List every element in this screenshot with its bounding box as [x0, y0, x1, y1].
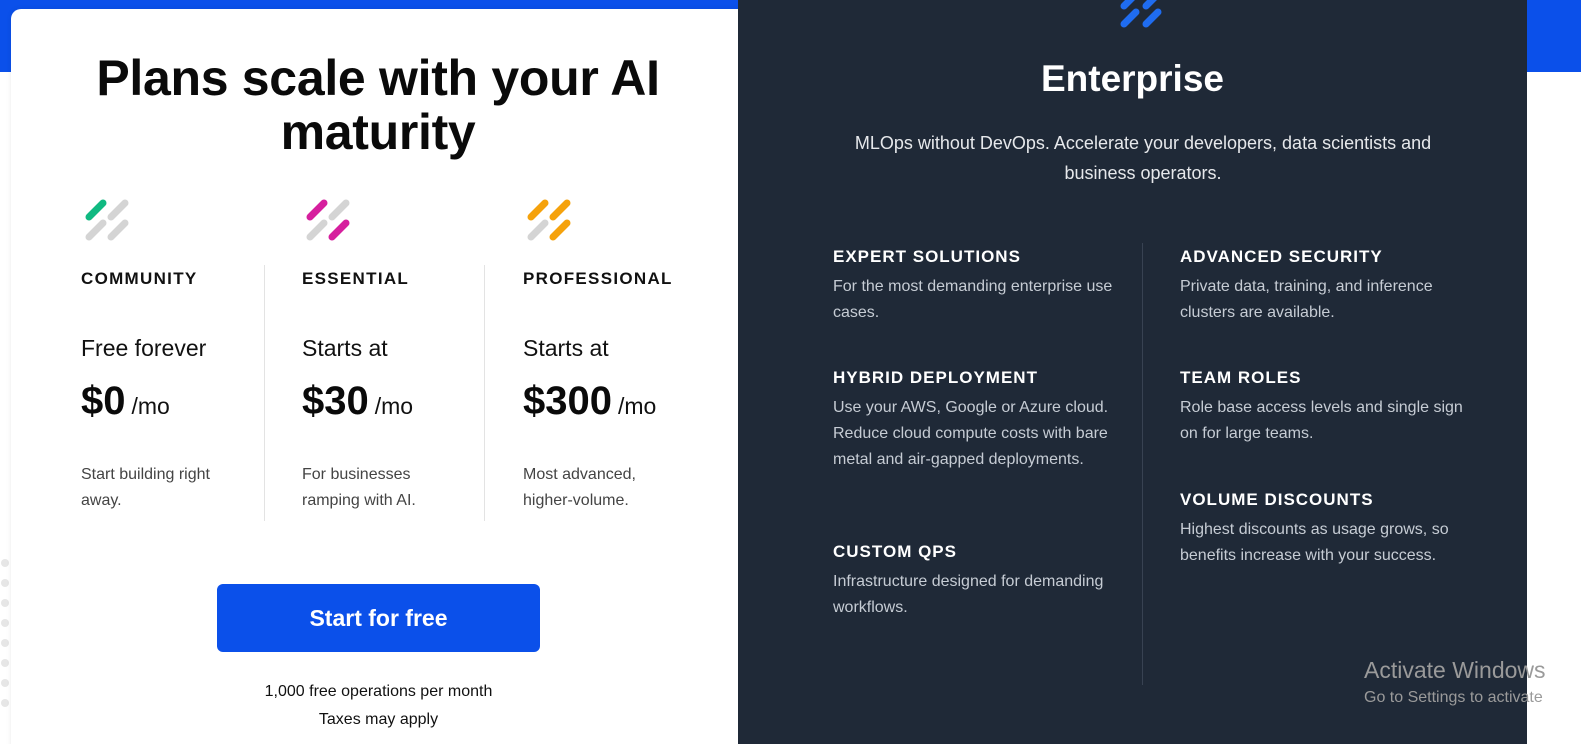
professional-logo-icon	[527, 199, 571, 241]
enterprise-panel: Enterprise MLOps without DevOps. Acceler…	[738, 0, 1527, 744]
community-logo-icon	[85, 199, 129, 241]
tier-name: COMMUNITY	[81, 269, 198, 288]
activate-windows-watermark: Activate Windows Go to Settings to activ…	[1364, 655, 1581, 711]
watermark-title: Activate Windows	[1364, 657, 1546, 683]
feature-custom-qps: CUSTOM QPS Infrastructure designed for d…	[833, 542, 1133, 621]
tier-price: $30/mo	[302, 379, 413, 424]
watermark-subtitle: Go to Settings to activate	[1364, 689, 1543, 706]
price-unit: /mo	[374, 393, 414, 419]
feature-title: TEAM ROLES	[1180, 368, 1302, 387]
tier-community: COMMUNITY Free forever $0/mo Start build…	[81, 195, 281, 509]
tier-price: $300/mo	[523, 379, 656, 424]
tier-description: Most advanced, higher-volume.	[523, 466, 636, 509]
feature-description: Role base access levels and single sign …	[1180, 399, 1463, 442]
feature-title: HYBRID DEPLOYMENT	[833, 368, 1038, 387]
pricing-card: Plans scale with your AI maturity COMMUN…	[11, 9, 751, 744]
feature-description: Use your AWS, Google or Azure cloud. Red…	[833, 399, 1109, 468]
taxes-note: Taxes may apply	[318, 711, 439, 728]
page-right-margin	[1527, 72, 1581, 744]
tier-subtitle: Starts at	[302, 335, 388, 361]
tier-subtitle: Free forever	[81, 335, 207, 361]
essential-logo-icon	[306, 199, 350, 241]
tier-essential: ESSENTIAL Starts at $30/mo For businesse…	[302, 195, 502, 509]
free-operations-note: 1,000 free operations per month	[264, 683, 493, 700]
feature-team-roles: TEAM ROLES Role base access levels and s…	[1180, 368, 1480, 447]
feature-description: Highest discounts as usage grows, so ben…	[1180, 521, 1449, 564]
enterprise-title: Enterprise	[1040, 58, 1224, 99]
price-amount: $300	[523, 379, 612, 423]
feature-description: Private data, training, and inference cl…	[1180, 278, 1433, 321]
tier-name: PROFESSIONAL	[523, 269, 673, 288]
price-unit: /mo	[617, 393, 657, 419]
feature-title: EXPERT SOLUTIONS	[833, 247, 1021, 266]
cta-note: 1,000 free operations per month Taxes ma…	[217, 678, 540, 734]
feature-advanced-security: ADVANCED SECURITY Private data, training…	[1180, 247, 1480, 326]
pricing-headline: Plans scale with your AI maturity	[96, 50, 660, 160]
tier-description: Start building right away.	[81, 466, 210, 509]
feature-title: ADVANCED SECURITY	[1180, 247, 1383, 266]
tier-professional: PROFESSIONAL Starts at $300/mo Most adva…	[523, 195, 723, 509]
feature-title: VOLUME DISCOUNTS	[1180, 490, 1374, 509]
enterprise-logo-icon	[1120, 0, 1162, 28]
price-amount: $0	[81, 379, 126, 423]
tier-price: $0/mo	[81, 379, 170, 424]
tier-subtitle: Starts at	[523, 335, 609, 361]
feature-description: For the most demanding enterprise use ca…	[833, 278, 1113, 321]
tier-description: For businesses ramping with AI.	[302, 466, 416, 509]
price-amount: $30	[302, 379, 369, 423]
tier-name: ESSENTIAL	[302, 269, 410, 288]
tier-divider	[264, 265, 265, 521]
feature-title: CUSTOM QPS	[833, 542, 957, 561]
feature-hybrid-deployment: HYBRID DEPLOYMENT Use your AWS, Google o…	[833, 368, 1133, 473]
price-unit: /mo	[131, 393, 170, 419]
start-for-free-button[interactable]: Start for free	[217, 584, 540, 652]
feature-expert-solutions: EXPERT SOLUTIONS For the most demanding …	[833, 247, 1133, 326]
enterprise-column-divider	[1142, 243, 1143, 685]
tier-divider	[484, 265, 485, 521]
feature-description: Infrastructure designed for demanding wo…	[833, 573, 1104, 616]
enterprise-subtitle: MLOps without DevOps. Accelerate your de…	[854, 133, 1432, 183]
feature-volume-discounts: VOLUME DISCOUNTS Highest discounts as us…	[1180, 490, 1480, 569]
